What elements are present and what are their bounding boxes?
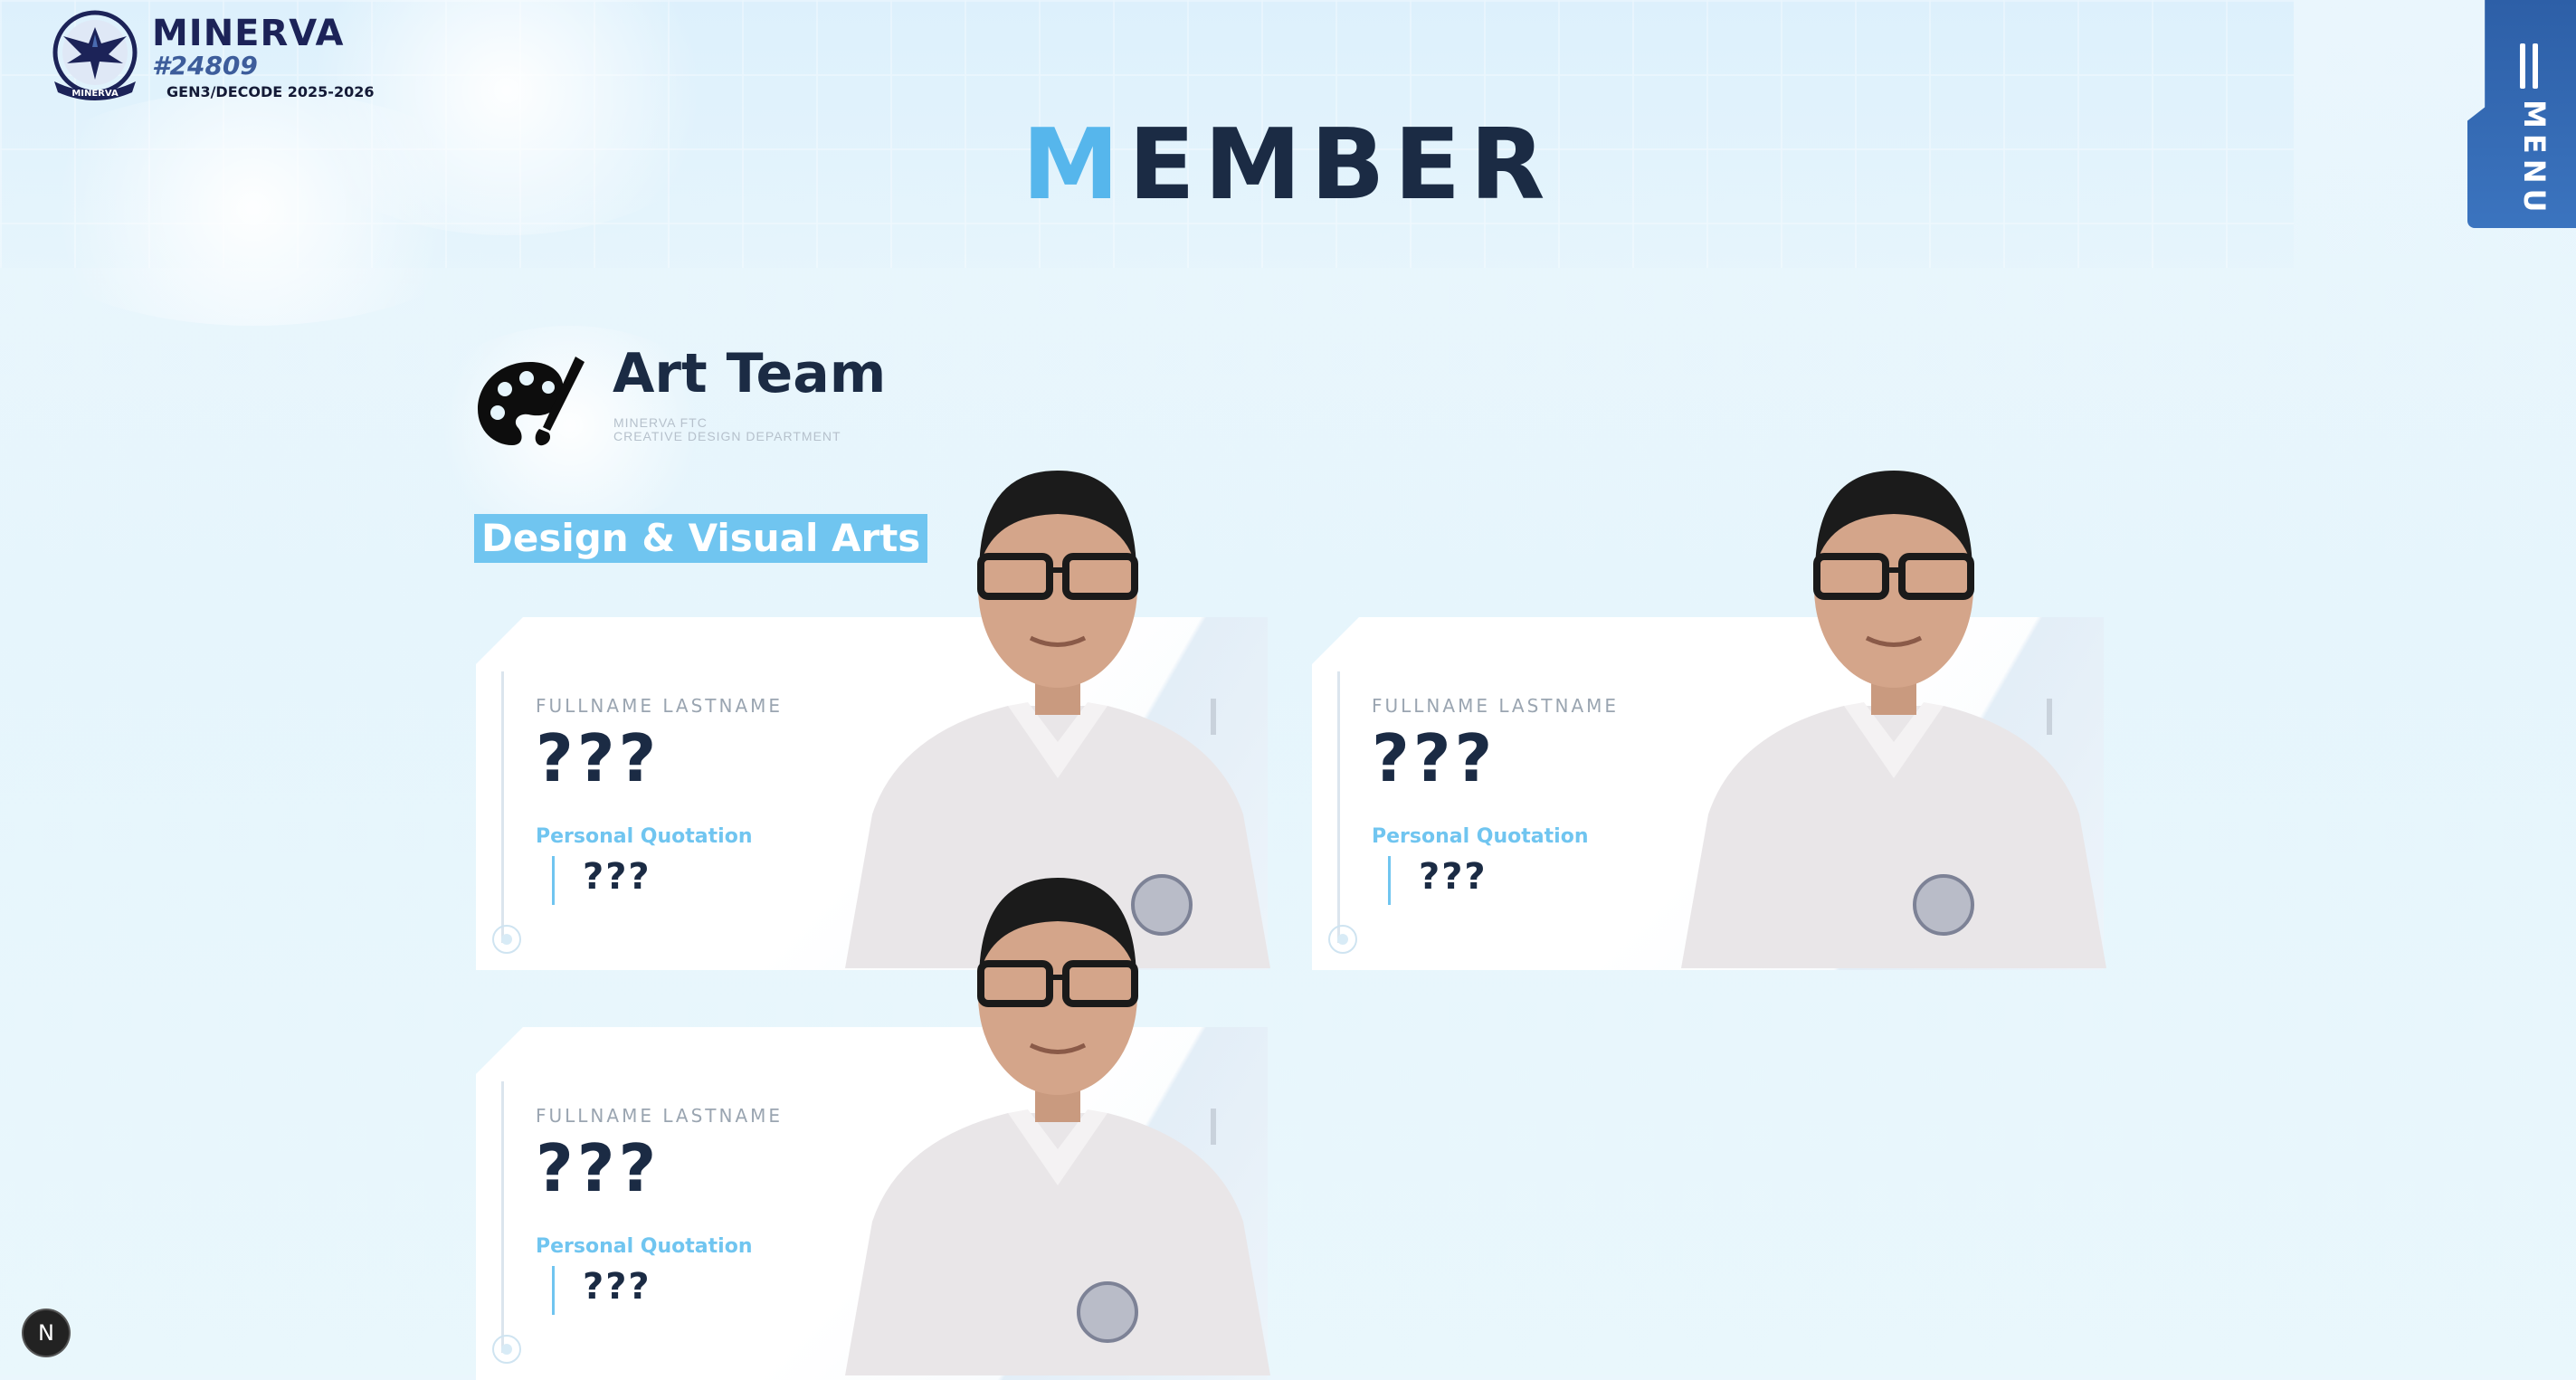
team-name: Art Team bbox=[613, 342, 887, 405]
member-name-caption: FULLNAME LASTNAME bbox=[536, 1105, 784, 1127]
member-name: ??? bbox=[536, 720, 661, 796]
quote-bar bbox=[552, 1266, 555, 1315]
member-quote: ??? bbox=[583, 856, 651, 898]
member-photo bbox=[1681, 471, 2106, 968]
member-name-caption: FULLNAME LASTNAME bbox=[1372, 695, 1620, 717]
emblem-text: MINERVA bbox=[71, 89, 119, 99]
quote-label: Personal Quotation bbox=[536, 825, 753, 848]
member-name: ??? bbox=[536, 1130, 661, 1206]
quote-label: Personal Quotation bbox=[536, 1235, 753, 1258]
quote-label: Personal Quotation bbox=[1372, 825, 1589, 848]
logo-text-group: MINERVA #24809 GEN3/DECODE 2025-2026 bbox=[152, 7, 374, 101]
team-org-line2: CREATIVE DESIGN DEPARTMENT bbox=[613, 429, 841, 443]
team-org-line1: MINERVA FTC bbox=[613, 415, 708, 430]
team-department: MINERVA FTC CREATIVE DESIGN DEPARTMENT bbox=[613, 416, 841, 443]
quote-bar bbox=[552, 856, 555, 905]
crosshair-icon bbox=[492, 925, 521, 954]
menu-lines-icon bbox=[2520, 43, 2540, 89]
site-logo[interactable]: MINERVA MINERVA #24809 GEN3/DECODE 2025-… bbox=[45, 7, 374, 101]
member-quote: ??? bbox=[1419, 856, 1488, 898]
member-name-caption: FULLNAME LASTNAME bbox=[536, 695, 784, 717]
logo-title: MINERVA bbox=[152, 13, 345, 54]
quote-bar bbox=[1388, 856, 1391, 905]
member-photo bbox=[845, 878, 1270, 1375]
season-subtitle: GEN3/DECODE 2025-2026 bbox=[166, 83, 375, 100]
page-title-rest: EMBER bbox=[1127, 109, 1554, 222]
page-title: MEMBER bbox=[0, 109, 2576, 222]
team-number: #24809 bbox=[152, 51, 258, 81]
member-quote: ??? bbox=[583, 1266, 651, 1308]
eagle-emblem-icon: MINERVA bbox=[52, 10, 138, 100]
member-name: ??? bbox=[1372, 720, 1497, 796]
palette-brush-icon bbox=[478, 357, 585, 446]
next-dev-badge[interactable]: N bbox=[24, 1310, 69, 1356]
crosshair-icon bbox=[1328, 925, 1357, 954]
page-title-accent: M bbox=[1022, 109, 1128, 222]
crosshair-icon bbox=[492, 1335, 521, 1364]
